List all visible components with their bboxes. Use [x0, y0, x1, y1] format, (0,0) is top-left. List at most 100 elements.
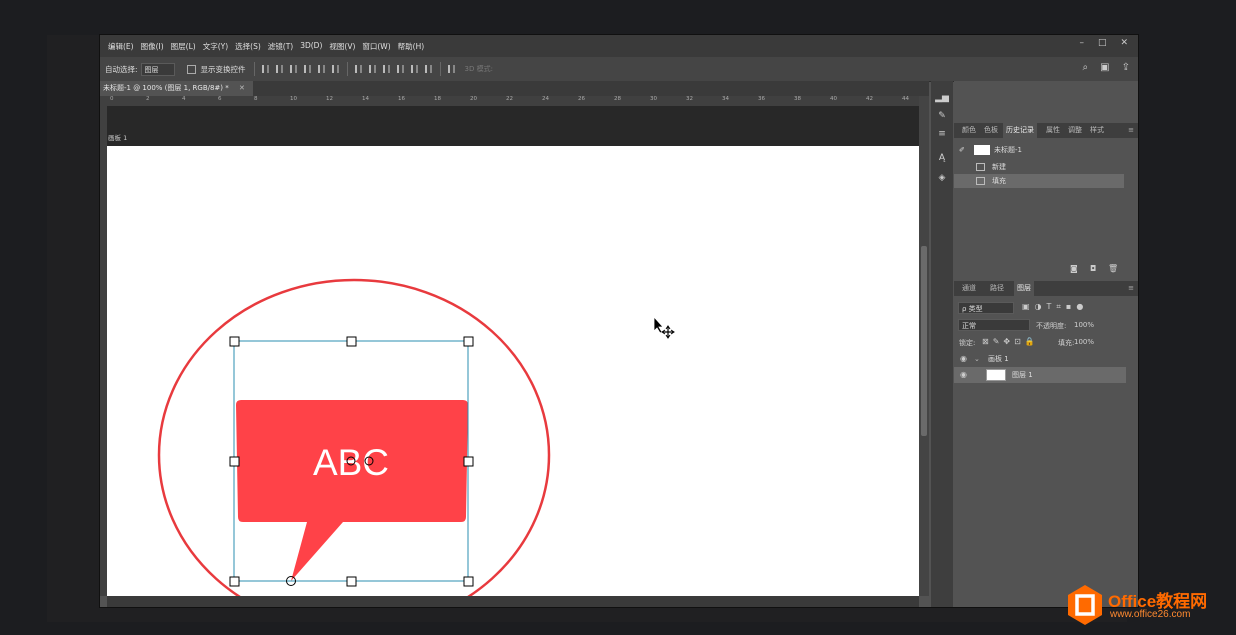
document-tab[interactable]: 未标题-1 @ 100% (图层 1, RGB/8#) * ✕ [100, 81, 253, 96]
document-tab-title: 未标题-1 @ 100% (图层 1, RGB/8#) * [103, 84, 229, 92]
character-icon[interactable]: Ą [935, 151, 949, 165]
history-snapshot[interactable]: ✐ 未标题-1 [954, 143, 1124, 157]
tab-paths[interactable]: 路径 [987, 281, 1007, 296]
history-panel-tabs: 颜色 色板 历史记录 属性 调整 样式 ≡ [954, 123, 1138, 138]
histogram-icon[interactable]: ▂▅ [935, 91, 949, 105]
canvas-area[interactable]: 画板 1 ABC [107, 106, 919, 596]
ruler-tick-label: 34 [722, 96, 729, 102]
menu-image[interactable]: 图像(I) [141, 41, 164, 52]
trash-icon[interactable]: 🗑 [1108, 264, 1118, 273]
transform-handle-top-left[interactable] [229, 336, 240, 347]
menu-help[interactable]: 帮助(H) [398, 41, 425, 52]
menu-select[interactable]: 选择(S) [235, 41, 261, 52]
tab-layers[interactable]: 图层 [1014, 281, 1034, 296]
align-left-icon[interactable] [303, 65, 311, 73]
align-bottom-icon[interactable] [289, 65, 297, 73]
adjustments-icon[interactable]: ≡ [935, 127, 949, 141]
distribute-left-icon[interactable] [396, 65, 404, 73]
align-top-icon[interactable] [261, 65, 269, 73]
layer-row-artboard[interactable]: ◉ ⌄ 画板 1 [954, 351, 1126, 367]
distribute-top-icon[interactable] [354, 65, 362, 73]
layer-filter-dropdown[interactable]: ρ 类型 [958, 302, 1014, 314]
show-transform-checkbox[interactable] [186, 64, 196, 74]
tab-history[interactable]: 历史记录 [1003, 123, 1037, 138]
transform-handle-top[interactable] [346, 336, 357, 347]
vertical-ruler[interactable] [100, 96, 107, 596]
menu-view[interactable]: 视图(V) [329, 41, 355, 52]
transform-handle-right[interactable] [463, 456, 474, 467]
panel-menu-icon[interactable]: ≡ [1128, 126, 1134, 134]
tab-color[interactable]: 颜色 [959, 123, 979, 138]
lock-icons[interactable]: ⊠✎✥⊡🔒 [982, 337, 1039, 346]
options-bar: 自动选择: 图层 显示变换控件 3D 模式: ⌕ ▣ ⇪ [100, 57, 1138, 82]
layer-row-layer1[interactable]: ◉ 图层 1 [954, 367, 1126, 383]
tab-styles[interactable]: 样式 [1087, 123, 1107, 138]
ruler-tick-label: 42 [866, 96, 873, 102]
tab-properties[interactable]: 属性 [1043, 123, 1063, 138]
menu-type[interactable]: 文字(Y) [203, 41, 228, 52]
auto-align-icon[interactable] [447, 65, 455, 73]
menu-3d[interactable]: 3D(D) [300, 41, 322, 52]
ruler-tick-label: 30 [650, 96, 657, 102]
transform-handle-bottom[interactable] [346, 576, 357, 587]
chevron-down-icon[interactable]: ⌄ [974, 351, 980, 367]
transform-handle-bottom-left[interactable] [229, 576, 240, 587]
auto-select-dropdown[interactable]: 图层 [140, 62, 175, 76]
close-window-button[interactable]: ✕ [1120, 38, 1128, 48]
layer-filter-icons[interactable]: ▣◑T⌗▪● [1022, 302, 1088, 312]
distribute-vcenter-icon[interactable] [368, 65, 376, 73]
menu-edit[interactable]: 编辑(E) [108, 41, 134, 52]
camera-icon[interactable]: ◘ [1090, 264, 1096, 273]
workspace-icon[interactable]: ▣ [1100, 62, 1109, 73]
menu-filter[interactable]: 滤镜(T) [268, 41, 293, 52]
close-tab-icon[interactable]: ✕ [239, 84, 245, 92]
right-panels: 颜色 色板 历史记录 属性 调整 样式 ≡ ✐ 未标题-1 新建 填充 ◙ ◘ … [954, 81, 1138, 607]
separator [346, 62, 348, 76]
ruler-tick-label: 40 [830, 96, 837, 102]
blend-mode-dropdown[interactable]: 正常 [958, 319, 1030, 331]
ruler-tick-label: 0 [110, 96, 114, 102]
distribute-right-icon[interactable] [424, 65, 432, 73]
layers-panel-tabs: 通道 路径 图层 ≡ [954, 281, 1138, 296]
3d-cube-icon[interactable]: ◈ [935, 171, 949, 185]
tab-swatches[interactable]: 色板 [981, 123, 1001, 138]
menu-window[interactable]: 窗口(W) [362, 41, 390, 52]
ruler-tick-label: 8 [254, 96, 258, 102]
transform-handle-bottom-right[interactable] [463, 576, 474, 587]
ruler-tick-label: 12 [326, 96, 333, 102]
maximize-button[interactable]: □ [1098, 38, 1107, 48]
bubble-text[interactable]: ABC [313, 442, 389, 483]
horizontal-scrollbar[interactable] [107, 596, 919, 607]
fill-value[interactable]: 100% [1074, 338, 1094, 346]
brush-icon[interactable]: ✎ [935, 109, 949, 123]
opacity-label: 不透明度: [1036, 322, 1067, 330]
minimize-button[interactable]: – [1079, 38, 1084, 48]
eye-icon[interactable]: ◉ [960, 351, 967, 367]
share-icon[interactable]: ⇪ [1122, 62, 1130, 73]
align-vcenter-icon[interactable] [275, 65, 283, 73]
transform-handle-left[interactable] [229, 456, 240, 467]
history-row[interactable]: 新建 [954, 160, 1124, 174]
ruler-tick-label: 14 [362, 96, 369, 102]
history-row-label: 填充 [992, 177, 1006, 185]
opacity-value[interactable]: 100% [1074, 321, 1094, 329]
fill-label: 填充: [1058, 339, 1075, 347]
new-snapshot-icon[interactable]: ◙ [1070, 264, 1078, 273]
transform-handle-top-right[interactable] [463, 336, 474, 347]
tab-channels[interactable]: 通道 [959, 281, 979, 296]
distribute-hcenter-icon[interactable] [410, 65, 418, 73]
speech-bubble[interactable] [236, 400, 468, 581]
tab-adjustments[interactable]: 调整 [1065, 123, 1085, 138]
align-right-icon[interactable] [331, 65, 339, 73]
dimmed-status-bar [47, 607, 1127, 622]
distribute-bottom-icon[interactable] [382, 65, 390, 73]
vertical-scrollbar[interactable] [919, 96, 929, 596]
align-hcenter-icon[interactable] [317, 65, 325, 73]
menu-layer[interactable]: 图层(L) [171, 41, 196, 52]
history-row-label: 新建 [992, 163, 1006, 171]
panel-menu-icon[interactable]: ≡ [1128, 284, 1134, 292]
scroll-thumb[interactable] [921, 246, 927, 436]
search-icon[interactable]: ⌕ [1083, 62, 1089, 73]
eye-icon[interactable]: ◉ [960, 367, 967, 383]
history-row[interactable]: 填充 [954, 174, 1124, 188]
